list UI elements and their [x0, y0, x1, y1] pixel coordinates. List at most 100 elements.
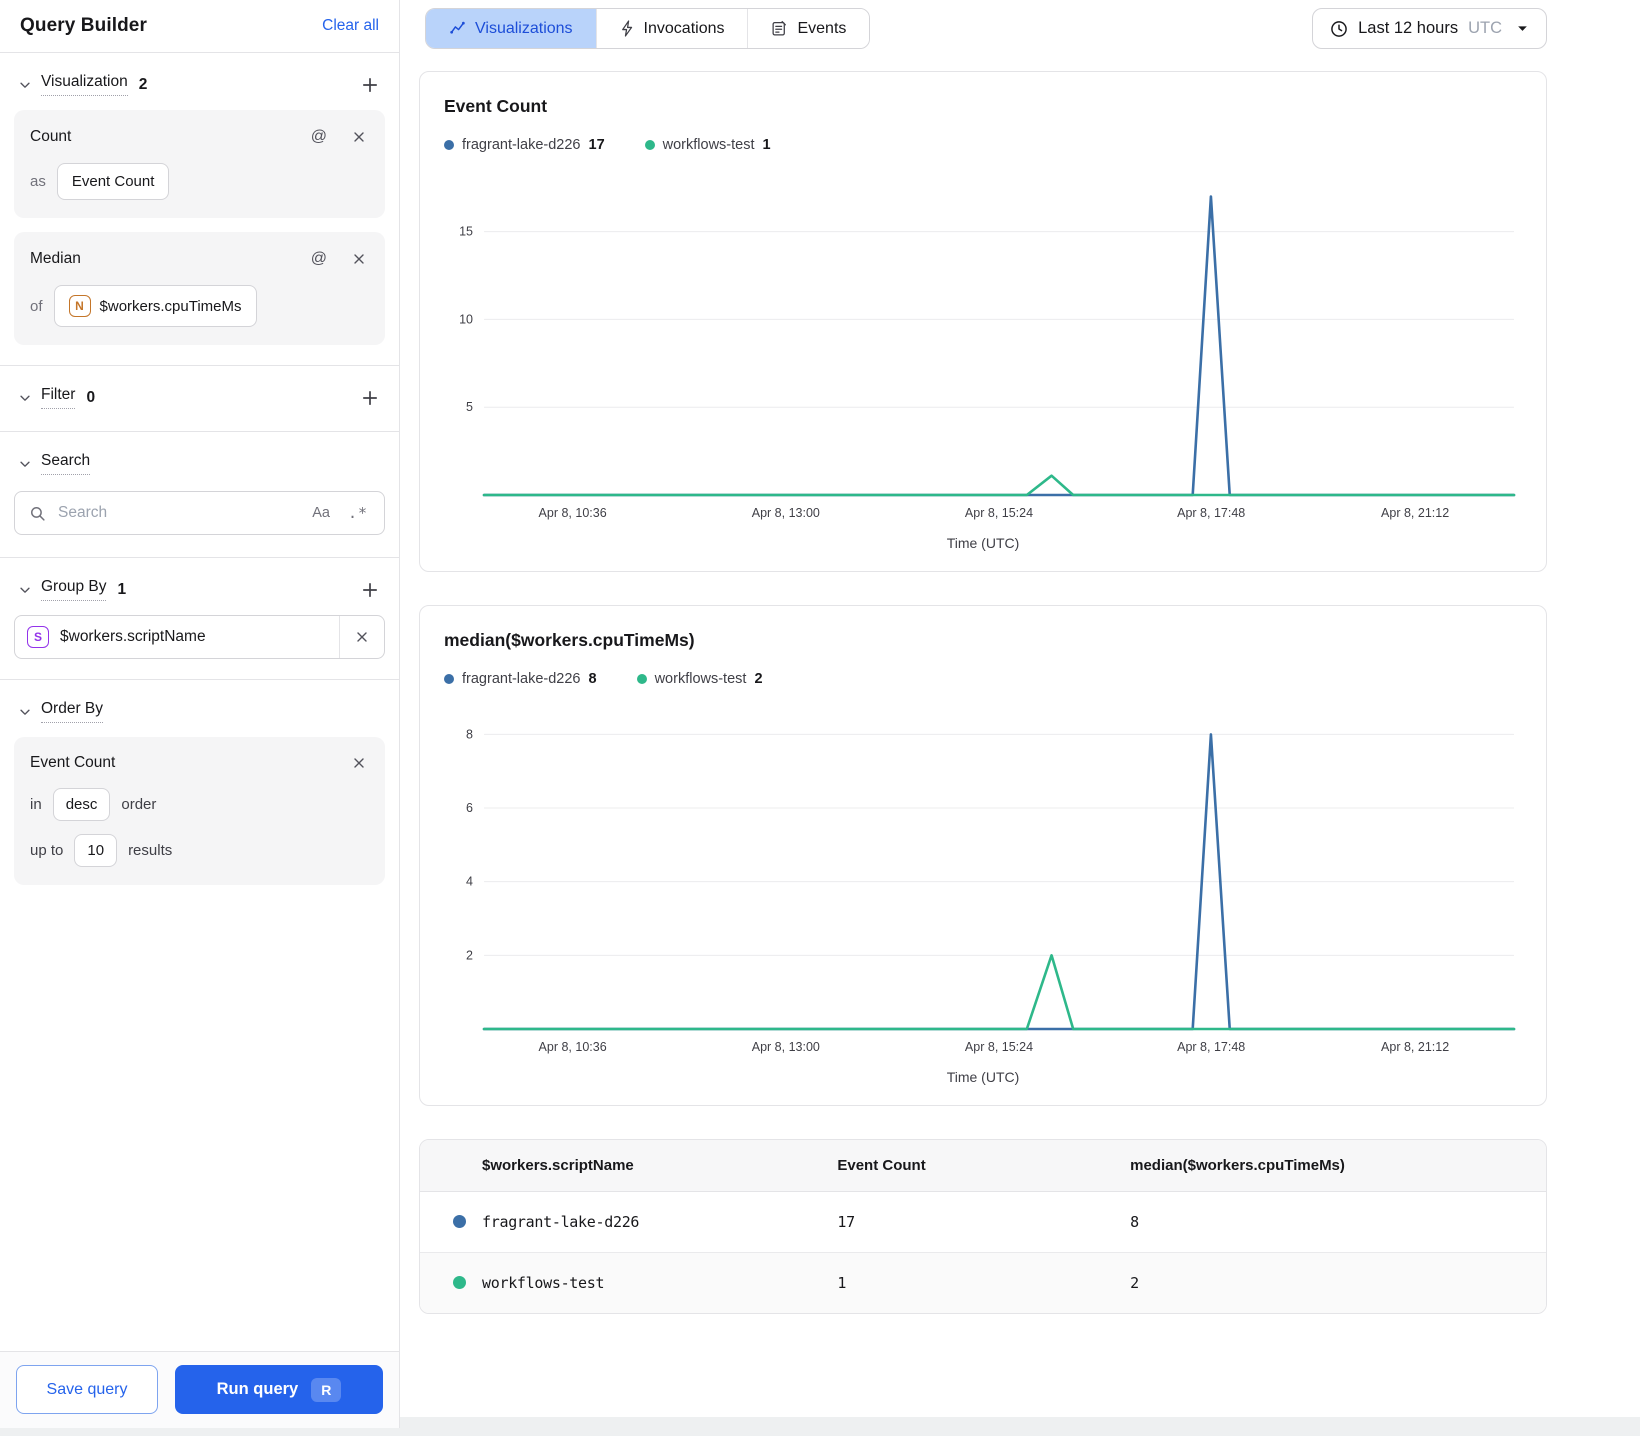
- page-title: Query Builder: [20, 15, 147, 36]
- sidebar-body: Visualization 2 Count @ as Event Count M…: [0, 53, 399, 1351]
- median-cputime-chart[interactable]: 2 4 6 8 Apr 8, 10:36 Apr 8, 13:00 Apr 8, 15:24…: [444, 713, 1522, 1065]
- events-memo-icon: [771, 20, 788, 37]
- run-query-button[interactable]: Run query R: [175, 1365, 383, 1414]
- clear-all-button[interactable]: Clear all: [322, 17, 379, 35]
- alias-at-button[interactable]: @: [309, 248, 329, 270]
- legend-item[interactable]: workflows-test 1: [644, 137, 771, 153]
- event-count-chart[interactable]: 5 10 15 Apr 8, 10:36 Apr 8, 13:00 Apr 8, 15:2…: [444, 179, 1522, 531]
- median-field-selector[interactable]: N $workers.cpuTimeMs: [53, 285, 257, 327]
- table-row[interactable]: workflows-test 1 2: [420, 1252, 1546, 1313]
- column-header[interactable]: median($workers.cpuTimeMs): [1118, 1140, 1546, 1192]
- alias-at-button[interactable]: @: [309, 126, 329, 148]
- tab-label: Events: [797, 19, 847, 37]
- close-icon: [354, 758, 364, 768]
- top-bar: Visualizations Invocations Events Last 1…: [419, 8, 1547, 49]
- chevron-down-icon[interactable]: [18, 583, 32, 597]
- y-tick-label: 15: [459, 225, 473, 239]
- series-color-dot: [453, 1276, 466, 1289]
- sidebar-footer: Save query Run query R: [0, 1351, 399, 1428]
- horizontal-scrollbar[interactable]: [0, 1428, 1640, 1436]
- order-by-section-label[interactable]: Order By: [41, 700, 104, 723]
- legend-series-value: 17: [588, 137, 605, 153]
- at-icon: @: [310, 250, 327, 267]
- column-header[interactable]: Event Count: [825, 1140, 1119, 1192]
- legend-dot: [444, 140, 454, 150]
- x-tick-label: Apr 8, 10:36: [539, 506, 607, 520]
- remove-order-by-button[interactable]: [349, 753, 369, 773]
- y-tick-label: 4: [466, 875, 473, 889]
- search-section-label[interactable]: Search: [41, 452, 91, 475]
- run-query-shortcut-badge: R: [311, 1377, 342, 1402]
- group-by-section-label[interactable]: Group By: [41, 578, 107, 601]
- legend-item[interactable]: workflows-test 2: [636, 671, 763, 687]
- chart-title: Event Count: [444, 96, 548, 116]
- legend-dot: [444, 674, 454, 684]
- series-color-dot: [453, 1215, 466, 1228]
- remove-median-visualization-button[interactable]: [349, 249, 369, 269]
- close-icon: [357, 632, 367, 642]
- legend-dot: [644, 140, 655, 150]
- results-table: $workers.scriptName Event Count median($wo…: [420, 1140, 1546, 1313]
- count-visualization-card: Count @ as Event Count: [14, 110, 385, 218]
- legend-item[interactable]: fragrant-lake-d226 17: [444, 137, 605, 153]
- x-tick-label: Apr 8, 13:00: [752, 1040, 820, 1054]
- column-header[interactable]: $workers.scriptName: [420, 1140, 826, 1192]
- chart-legend: fragrant-lake-d226 17 workflows-test 1: [444, 137, 1522, 153]
- add-filter-button[interactable]: [359, 387, 381, 409]
- search-input[interactable]: [56, 503, 301, 523]
- time-zone-label: UTC: [1468, 19, 1502, 37]
- tab-invocations[interactable]: Invocations: [595, 9, 748, 48]
- chevron-down-icon: [1516, 22, 1529, 35]
- case-sensitive-toggle[interactable]: Aa: [310, 503, 332, 523]
- filter-section-label[interactable]: Filter: [41, 386, 76, 409]
- close-icon: [354, 254, 364, 264]
- chevron-down-icon[interactable]: [18, 705, 32, 719]
- x-tick-label: Apr 8, 17:48: [1177, 1040, 1245, 1054]
- tab-events[interactable]: Events: [747, 9, 870, 48]
- of-label: of: [30, 297, 43, 315]
- save-query-button[interactable]: Save query: [16, 1365, 158, 1414]
- series-line-fragrant-lake-d226: [482, 195, 1516, 497]
- order-by-card: Event Count in desc order up to 10 resul…: [14, 737, 385, 885]
- visualization-section-label[interactable]: Visualization: [41, 73, 128, 96]
- script-name-cell: fragrant-lake-d226: [482, 1213, 640, 1231]
- series-line-workflows-test: [482, 474, 1516, 497]
- in-label: in: [30, 796, 42, 813]
- x-tick-label: Apr 8, 13:00: [752, 506, 820, 520]
- y-tick-label: 5: [466, 400, 473, 414]
- result-limit-input[interactable]: 10: [74, 834, 118, 867]
- add-visualization-button[interactable]: [359, 74, 381, 96]
- event-count-chart-panel: Event Count fragrant-lake-d226 17 workflow…: [419, 71, 1547, 572]
- query-builder-sidebar: Query Builder Clear all Visualization 2: [0, 0, 400, 1428]
- group-by-field-selector[interactable]: S $workers.scriptName: [15, 616, 339, 658]
- remove-group-by-button[interactable]: [339, 616, 384, 658]
- x-tick-label: Apr 8, 17:48: [1177, 506, 1245, 520]
- legend-series-value: 2: [754, 671, 763, 687]
- tab-visualizations[interactable]: Visualizations: [426, 9, 596, 48]
- regex-toggle[interactable]: .*: [346, 502, 370, 524]
- add-group-by-button[interactable]: [359, 579, 381, 601]
- sort-direction-selector[interactable]: desc: [52, 788, 111, 821]
- number-field-icon: N: [68, 295, 91, 317]
- time-range-selector[interactable]: Last 12 hours UTC: [1312, 8, 1547, 49]
- lightning-icon: [620, 20, 635, 37]
- string-field-icon: S: [27, 626, 49, 648]
- order-by-section: Order By Event Count in desc order up to…: [0, 680, 399, 905]
- chevron-down-icon[interactable]: [18, 78, 32, 92]
- group-by-field-name: $workers.scriptName: [60, 628, 206, 645]
- results-table-panel: $workers.scriptName Event Count median($wo…: [419, 1139, 1547, 1314]
- legend-dot: [636, 674, 647, 684]
- group-by-field-row: S $workers.scriptName: [14, 615, 385, 659]
- chevron-down-icon[interactable]: [18, 391, 32, 405]
- at-icon: @: [310, 128, 327, 145]
- remove-count-visualization-button[interactable]: [349, 127, 369, 147]
- event-count-alias-field[interactable]: Event Count: [56, 163, 170, 200]
- chevron-down-icon[interactable]: [18, 457, 32, 471]
- legend-item[interactable]: fragrant-lake-d226 8: [444, 671, 597, 687]
- count-card-title: Count: [30, 128, 72, 145]
- value-cell: 17: [825, 1191, 1119, 1253]
- y-tick-label: 10: [459, 312, 473, 326]
- main-content: Visualizations Invocations Events Last 1…: [400, 0, 1640, 1417]
- legend-series-name: workflows-test: [662, 137, 755, 153]
- table-row[interactable]: fragrant-lake-d226 17 8: [420, 1191, 1546, 1253]
